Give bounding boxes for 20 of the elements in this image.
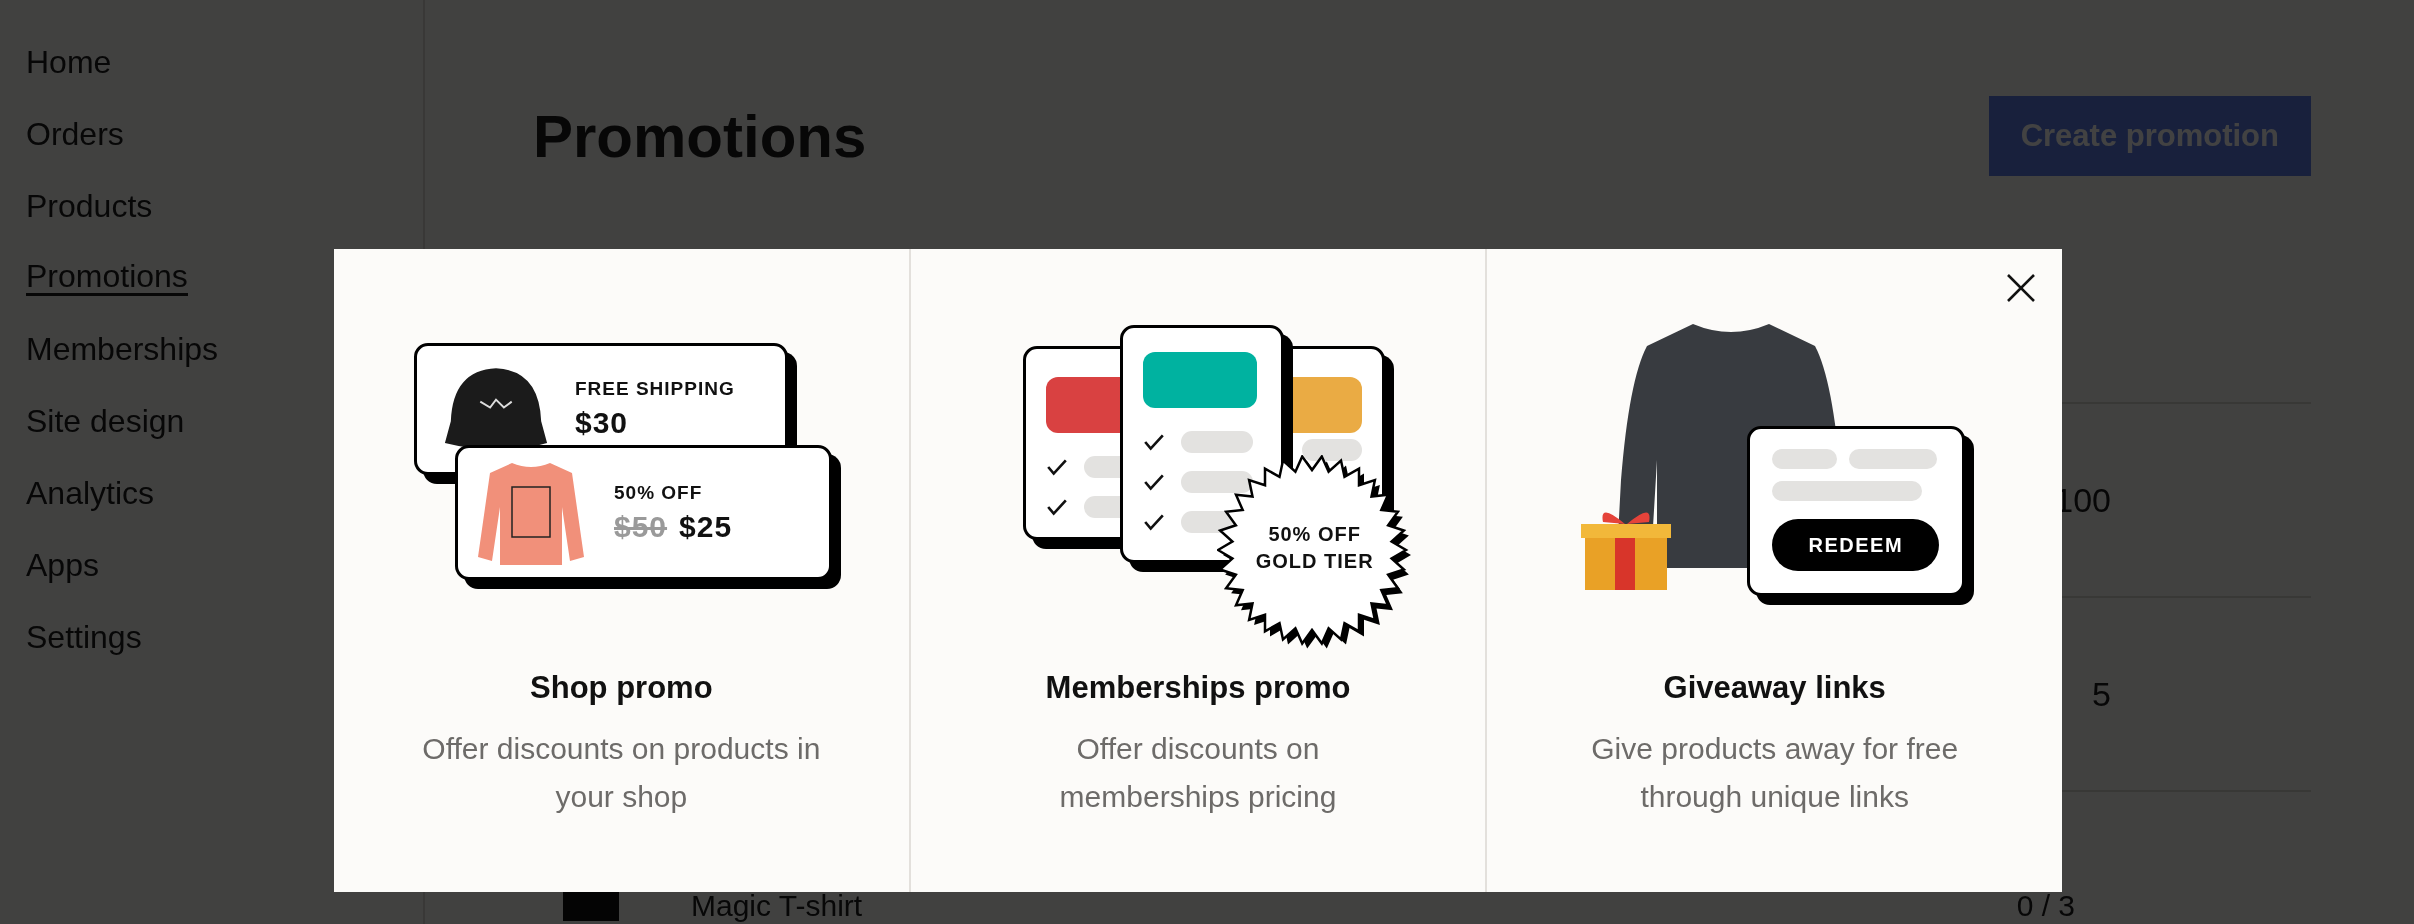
option-description: Offer discounts on products in your shop <box>422 731 821 815</box>
old-price: $50 <box>614 509 668 544</box>
table-cell: 5 <box>2092 677 2111 711</box>
page-title: Promotions <box>533 101 867 171</box>
promo-label: FREE SHIPPING <box>575 378 735 400</box>
price: $25 <box>679 509 733 544</box>
promotion-option[interactable]: 50% OFF GOLD TIER Memberships promo Offer discounts on memberships pricing <box>908 249 1486 892</box>
badge-text: 50% OFF GOLD TIER <box>1254 522 1375 574</box>
option-description: Give products away for free through unique links <box>1591 731 1959 815</box>
redeem-button: REDEEM <box>1772 519 1940 571</box>
promotion-option[interactable]: FREE SHIPPING $30 50% OFF $50 $25 Shop promo Offer discounts on products in your shop <box>334 249 909 892</box>
promo-label: 50% OFF <box>614 481 704 504</box>
table-cell: 0 / 3 <box>2016 890 2075 921</box>
option-description: Offer discounts on memberships pricing <box>1059 731 1337 815</box>
price: $30 <box>575 406 630 440</box>
option-title: Giveaway links <box>1663 669 1886 707</box>
option-title: Shop promo <box>530 669 713 707</box>
product-name: Magic T-shirt <box>691 890 863 921</box>
option-title: Memberships promo <box>1045 669 1351 707</box>
promotion-option[interactable]: REDEEM Giveaway links Give products away for free through unique links <box>1485 249 2062 892</box>
